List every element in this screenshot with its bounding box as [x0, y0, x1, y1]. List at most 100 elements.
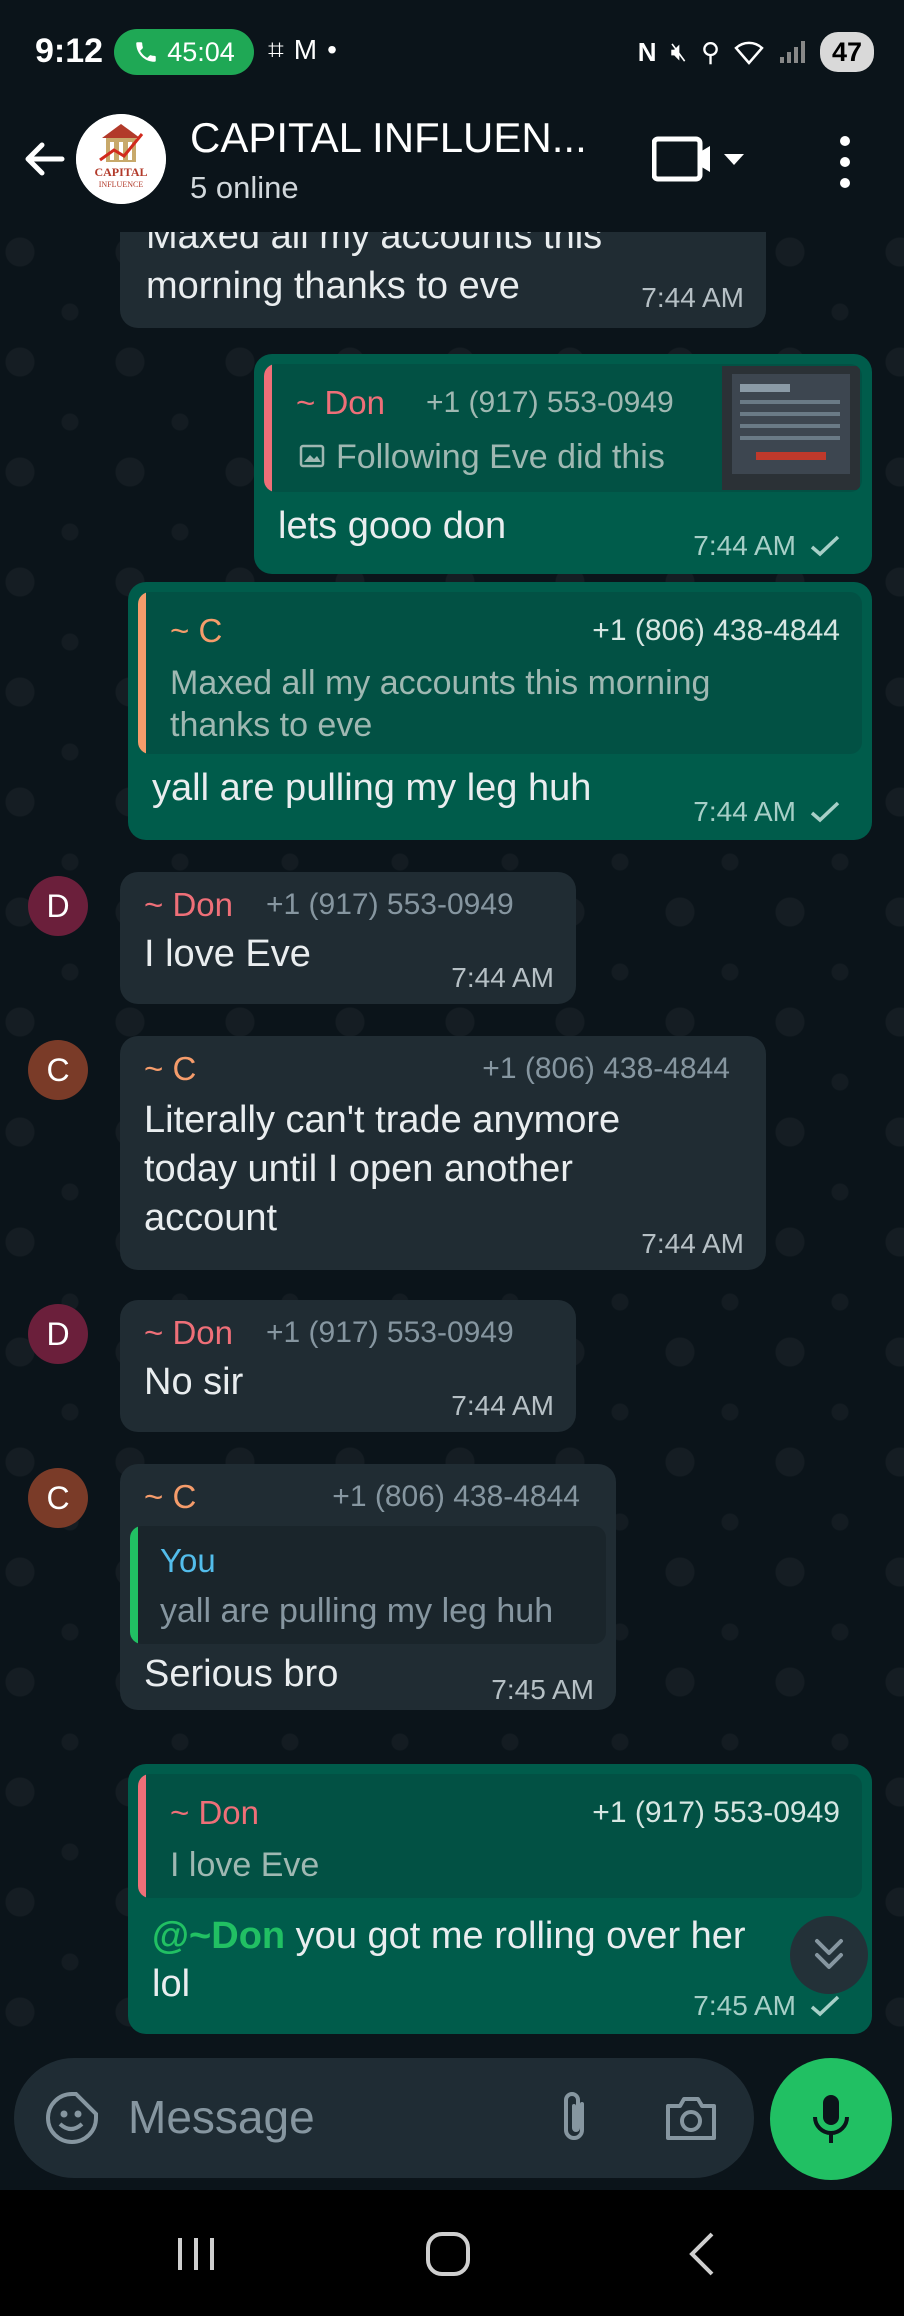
wifi-icon [734, 41, 764, 65]
message-time: 7:44 AM [693, 530, 796, 561]
image-icon [299, 444, 325, 468]
status-time: 9:12 [35, 32, 104, 70]
message-bubble-incoming[interactable]: ~ C +1 (806) 438-4844 Literally can't tr… [120, 1036, 766, 1270]
microphone-icon [813, 2095, 849, 2143]
message-text: No sir [144, 1361, 244, 1403]
read-check-icon [810, 801, 840, 823]
read-check-icon [810, 1995, 840, 2017]
message-time: 7:45 AM [491, 1674, 594, 1705]
message-time: 7:44 AM [451, 962, 554, 993]
quote-phone: +1 (806) 438-4844 [592, 614, 840, 647]
quoted-message[interactable]: ~ Don +1 (917) 553-0949 I love Eve [138, 1774, 862, 1898]
more-vert-icon[interactable] [830, 134, 860, 190]
message-bubble-incoming[interactable]: ~ Don +1 (917) 553-0949 No sir 7:44 AM [120, 1300, 576, 1432]
call-duration: 45:04 [167, 36, 235, 67]
message-text: account [144, 1197, 278, 1239]
quoted-message[interactable]: ~ Don +1 (917) 553-0949 Following Eve di… [264, 364, 862, 492]
quote-sender: ~ Don [170, 1794, 259, 1831]
online-count: 5 online [190, 170, 299, 205]
message-time: 7:44 AM [451, 1390, 554, 1421]
quote-thumbnail [722, 366, 860, 490]
message-time: 7:45 AM [693, 1990, 796, 2021]
scroll-down-button[interactable] [790, 1916, 868, 1994]
back-arrow-icon[interactable] [20, 134, 70, 184]
screenshot-icon: ⌗ [268, 34, 294, 65]
quote-bar [130, 1526, 138, 1644]
message-sender: ~ C [144, 1478, 197, 1515]
message-text: I love Eve [144, 933, 311, 975]
status-bar: 9:12 45:04 ⌗M• N 🔇︎ ⚲ 47 [0, 0, 904, 104]
message-list[interactable]: Maxed all my accounts this morning thank… [0, 232, 904, 2040]
gmail-icon: M [293, 34, 328, 65]
sender-phone: +1 (806) 438-4844 [332, 1480, 580, 1513]
message-time: 7:44 AM [641, 1228, 744, 1259]
mention[interactable]: @~Don [152, 1915, 285, 1957]
paperclip-icon[interactable] [550, 2090, 600, 2146]
signal-icon [780, 41, 805, 63]
quote-text: Maxed all my accounts this morning [170, 664, 711, 702]
message-input[interactable]: Message [14, 2058, 754, 2178]
message-bubble-incoming[interactable]: Maxed all my accounts this morning thank… [120, 232, 766, 328]
nav-back-icon[interactable] [684, 2230, 720, 2278]
message-text: lets gooo don [278, 505, 507, 547]
phone-icon [136, 42, 156, 62]
dot-icon: • [327, 34, 347, 65]
home-icon[interactable] [424, 2230, 472, 2278]
message-text: Literally can't trade anymore [144, 1099, 621, 1141]
notification-icons: ⌗M• [268, 34, 347, 67]
quote-text: thanks to eve [170, 706, 373, 744]
quote-sender: You [160, 1542, 216, 1579]
message-bubble-outgoing[interactable]: ~ Don +1 (917) 553-0949 I love Eve @~Don… [128, 1764, 872, 2034]
message-sender: ~ C [144, 1050, 197, 1087]
nfc-icon: N [637, 36, 657, 67]
group-title[interactable]: CAPITAL INFLUEN... [190, 114, 587, 162]
message-text: Serious bro [144, 1653, 339, 1695]
ongoing-call-pill[interactable]: 45:04 [114, 29, 254, 75]
avatar-text-1: CAPITAL [94, 165, 147, 179]
quote-text: yall are pulling my leg huh [160, 1592, 554, 1630]
avatar[interactable]: D [28, 876, 88, 936]
group-avatar[interactable]: CAPITAL INFLUENCE [76, 114, 166, 204]
quoted-message[interactable]: You yall are pulling my leg huh [130, 1526, 606, 1644]
sender-phone: +1 (917) 553-0949 [266, 888, 514, 921]
message-sender: ~ Don [144, 1314, 233, 1351]
avatar[interactable]: C [28, 1040, 88, 1100]
quote-text: I love Eve [170, 1846, 320, 1884]
quote-phone: +1 (917) 553-0949 [426, 386, 674, 419]
message-time: 7:44 AM [641, 282, 744, 313]
message-text: Maxed all my accounts this [146, 232, 603, 257]
message-bubble-incoming[interactable]: ~ C +1 (806) 438-4844 You yall are pulli… [120, 1464, 616, 1710]
double-chevron-down-icon [815, 1939, 843, 1969]
quoted-message[interactable]: ~ C +1 (806) 438-4844 Maxed all my accou… [138, 592, 862, 754]
quote-bar [138, 1774, 146, 1898]
camera-icon[interactable] [662, 2092, 720, 2144]
quote-sender: ~ C [170, 612, 223, 649]
sender-phone: +1 (917) 553-0949 [266, 1316, 514, 1349]
recents-icon[interactable] [174, 2234, 218, 2274]
video-call-icon[interactable] [652, 134, 744, 184]
battery-indicator: 47 [820, 32, 874, 72]
group-logo-icon: CAPITAL INFLUENCE [76, 114, 166, 204]
message-text: today until I open another [144, 1148, 573, 1190]
message-text-rest: you got me rolling over her [285, 1915, 746, 1957]
chat-header: CAPITAL INFLUENCE CAPITAL INFLUEN... 5 o… [0, 104, 904, 232]
message-bubble-outgoing[interactable]: ~ C +1 (806) 438-4844 Maxed all my accou… [128, 582, 872, 840]
message-text: yall are pulling my leg huh [152, 767, 592, 809]
system-nav-bar [0, 2190, 904, 2316]
system-icons: N 🔇︎ ⚲ 47 [638, 32, 874, 72]
avatar[interactable]: D [28, 1304, 88, 1364]
message-bubble-outgoing[interactable]: ~ Don +1 (917) 553-0949 Following Eve di… [254, 354, 872, 574]
voice-record-button[interactable] [770, 2058, 892, 2180]
avatar[interactable]: C [28, 1468, 88, 1528]
composer-bar: Message [0, 2040, 904, 2190]
sticker-icon[interactable] [42, 2088, 102, 2148]
message-bubble-incoming[interactable]: ~ Don +1 (917) 553-0949 I love Eve 7:44 … [120, 872, 576, 1004]
message-sender: ~ Don [144, 886, 233, 923]
message-time: 7:44 AM [693, 796, 796, 827]
quote-bar [138, 592, 146, 754]
message-placeholder: Message [128, 2091, 315, 2143]
quote-bar [264, 364, 272, 492]
read-check-icon [810, 535, 840, 557]
mute-icon: 🔇︎ [670, 36, 687, 66]
message-text: lol [152, 1963, 191, 2005]
